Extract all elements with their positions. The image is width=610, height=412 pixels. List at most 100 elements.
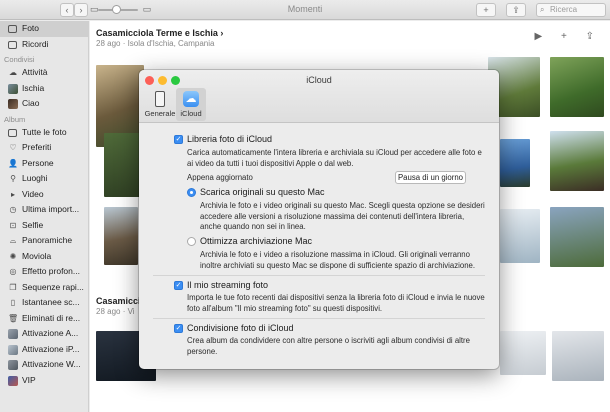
sidebar-item-label: Video (22, 188, 44, 199)
sidebar-item-video[interactable]: ▸ Video (0, 187, 88, 203)
switch-icon (155, 91, 165, 107)
photos-icon (8, 25, 17, 33)
icloud-icon: ☁ (183, 91, 199, 107)
album-thumb-icon (8, 329, 18, 339)
sidebar-item-ciao[interactable]: Ciao (0, 96, 88, 112)
memories-icon (8, 40, 17, 49)
sidebar-item-moviola[interactable]: ✺ Moviola (0, 249, 88, 265)
sidebar-item-label: Persone (22, 157, 54, 168)
sidebar-item-label: Attivazione A... (22, 328, 79, 338)
photo-thumbnail[interactable] (500, 139, 530, 187)
sidebar-item-ischia[interactable]: Ischia (0, 81, 88, 97)
search-placeholder: Ricerca (550, 5, 578, 14)
video-icon: ▸ (10, 189, 15, 199)
sidebar-item-label: Attivazione W... (22, 359, 81, 369)
trash-icon: 🗑 (8, 313, 19, 323)
search-input[interactable]: ⌕ Ricerca (536, 3, 606, 17)
title-bar: ‹ › ▭ ▭ Momenti + ⇪ ⌕ Ricerca (0, 0, 610, 20)
person-icon: 👤 (8, 158, 18, 168)
photo-sharing-label: Condivisione foto di iCloud (187, 323, 294, 333)
sidebar-item-label: Foto (22, 23, 40, 33)
sidebar-item-label: VIP (22, 374, 36, 385)
all-photos-icon (8, 128, 17, 137)
optimize-storage-label: Ottimizza archiviazione Mac (200, 236, 313, 246)
search-icon: ⌕ (540, 5, 545, 14)
plus-icon: + (483, 5, 489, 15)
photo-stream-description: Importa le tue foto recenti dai disposit… (187, 293, 485, 313)
icloud-library-checkbox[interactable]: ✓ (174, 135, 183, 144)
sidebar-item-label: Eliminati di re... (22, 312, 81, 323)
photo-thumbnail[interactable] (104, 133, 140, 197)
burst-icon: ❐ (9, 282, 17, 292)
photo-thumbnail[interactable] (550, 131, 604, 191)
sidebar-item-vip[interactable]: VIP (0, 373, 88, 389)
photo-stream-checkbox[interactable]: ✓ (174, 281, 183, 290)
slomo-icon: ✺ (9, 251, 17, 261)
dialog-content: ✓ Libreria foto di iCloud Carica automat… (139, 124, 499, 369)
moment-actions[interactable]: ▶ + ⇪ (535, 31, 602, 42)
sidebar-item-ultima-importazione[interactable]: ◷ Ultima import... (0, 202, 88, 218)
album-thumb-icon (8, 99, 18, 109)
screenshot-icon: ▯ (10, 298, 16, 307)
photo-stream-label: Il mio streaming foto (187, 280, 269, 290)
download-originals-description: Archivia le foto e i video originali su … (200, 201, 485, 231)
pin-icon: ⚲ (10, 174, 16, 183)
panorama-icon: ⌓ (9, 236, 17, 245)
sidebar-item-attivazione-w[interactable]: Attivazione W... (0, 357, 88, 373)
album-thumb-icon (8, 360, 18, 370)
sidebar-item-label: Istantanee sc... (22, 297, 80, 307)
sidebar-item-label: Moviola (22, 250, 52, 261)
sidebar-item-label: Effetto profon... (22, 266, 80, 276)
sidebar-item-luoghi[interactable]: ⚲ Luoghi (0, 171, 88, 187)
dialog-title: iCloud (306, 75, 332, 85)
photo-thumbnail[interactable] (500, 209, 540, 263)
sidebar-item-tutte-le-foto[interactable]: Tutte le foto (0, 125, 88, 141)
cloud-activity-icon: ☁ (9, 68, 17, 77)
sidebar-section-albums: Album (4, 114, 26, 124)
photo-sharing-description: Crea album da condividere con altre pers… (187, 336, 470, 356)
clock-icon: ◷ (9, 205, 17, 214)
photo-thumbnail[interactable] (550, 207, 604, 267)
optimize-storage-radio[interactable] (187, 237, 196, 246)
sidebar-item-label: Luoghi (22, 173, 48, 183)
share-button[interactable]: ⇪ (506, 3, 526, 17)
sidebar-item-panoramiche[interactable]: ⌓ Panoramiche (0, 233, 88, 249)
sidebar: Foto Ricordi Condivisi ☁ Attività Ischia… (0, 21, 89, 412)
sidebar-item-sequenze-rapide[interactable]: ❐ Sequenze rapi... (0, 280, 88, 296)
photo-thumbnail[interactable] (500, 331, 546, 375)
tab-generale[interactable]: Generale (143, 88, 177, 121)
moment-subtitle-2: 28 ago · Vi (96, 307, 135, 316)
sidebar-item-label: Ricordi (22, 38, 49, 49)
sidebar-item-ricordi[interactable]: Ricordi (0, 37, 88, 53)
sidebar-item-label: Ultima import... (22, 204, 80, 214)
divider (153, 275, 485, 276)
download-originals-radio[interactable] (187, 188, 196, 197)
sidebar-item-attivazione-a[interactable]: Attivazione A... (0, 326, 88, 342)
sidebar-item-effetto-profondita[interactable]: ◎ Effetto profon... (0, 264, 88, 280)
album-thumb-icon (8, 344, 18, 355)
sidebar-item-selfie[interactable]: ⊡ Selfie (0, 218, 88, 234)
photo-thumbnail[interactable] (550, 57, 604, 117)
add-button[interactable]: + (476, 3, 496, 17)
sidebar-item-attivita[interactable]: ☁ Attività (0, 65, 88, 81)
photo-thumbnail[interactable] (552, 331, 604, 381)
sidebar-section-shared: Condivisi (4, 55, 35, 64)
photo-thumbnail[interactable] (104, 207, 138, 265)
sidebar-item-label: Tutte le foto (22, 126, 67, 137)
icloud-library-description: Carica automaticamente l'intera libreria… (187, 148, 482, 168)
sidebar-item-preferiti[interactable]: ♡ Preferiti (0, 140, 88, 156)
pause-one-day-button[interactable]: Pausa di un giorno (395, 171, 466, 184)
optimize-storage-description: Archivia le foto e i video a risoluzione… (200, 250, 476, 270)
sidebar-item-istantanee-schermo[interactable]: ▯ Istantanee sc... (0, 295, 88, 311)
depth-icon: ◎ (9, 267, 17, 276)
moment-title[interactable]: Casamicciola Terme e Ischia › (96, 28, 223, 38)
photo-sharing-checkbox[interactable]: ✓ (174, 324, 183, 333)
sidebar-item-label: Ischia (22, 82, 45, 93)
sidebar-item-eliminati[interactable]: 🗑 Eliminati di re... (0, 311, 88, 327)
sidebar-item-foto[interactable]: Foto (0, 21, 88, 37)
tab-icloud[interactable]: ☁ iCloud (176, 88, 206, 121)
sync-status: Appena aggiornato (187, 173, 253, 182)
sidebar-item-label: Panoramiche (22, 235, 73, 245)
sidebar-item-attivazione-ip[interactable]: Attivazione iP... (0, 342, 88, 358)
sidebar-item-persone[interactable]: 👤 Persone (0, 156, 88, 172)
